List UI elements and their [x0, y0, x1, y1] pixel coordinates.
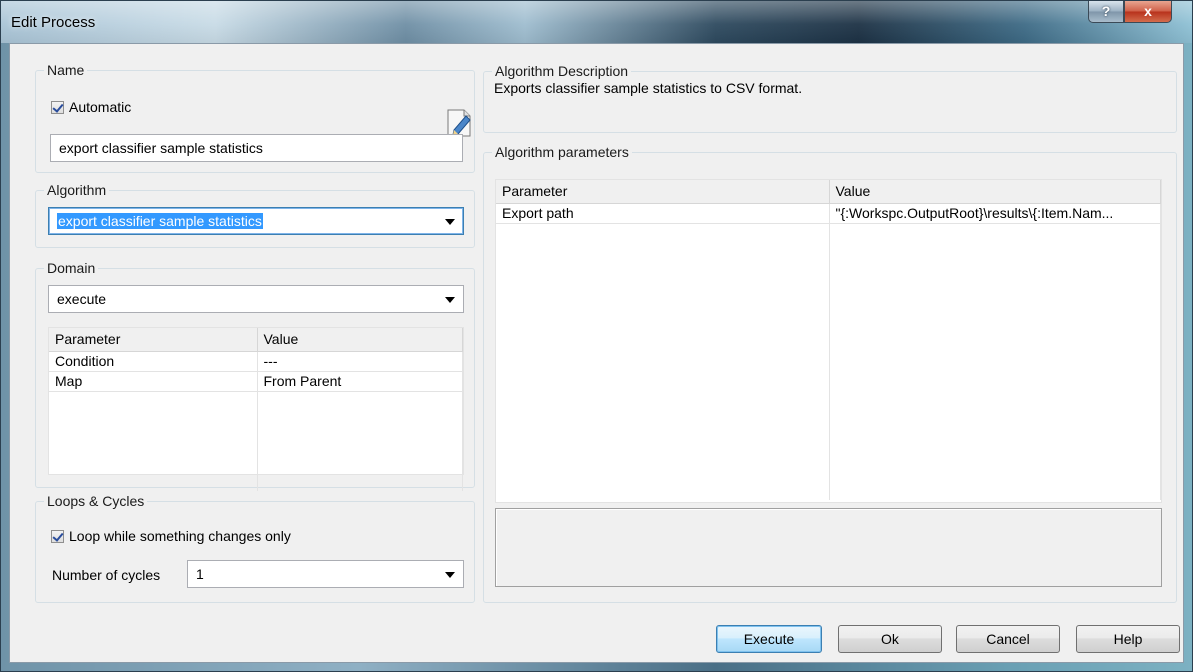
name-group: Name Automatic export classifier sample …: [35, 62, 475, 173]
domain-selected-value: execute: [57, 291, 107, 307]
help-button[interactable]: Help: [1076, 625, 1180, 653]
loop-label: Loop while something changes only: [69, 528, 291, 544]
title-bar[interactable]: Edit Process ? x: [1, 1, 1192, 43]
algorithm-selected-value: export classifier sample statistics: [57, 213, 263, 229]
automatic-label: Automatic: [69, 99, 132, 115]
table-filler: [496, 223, 1161, 500]
execute-button[interactable]: Execute: [716, 625, 822, 653]
dialog-client-area: Name Automatic export classifier sample …: [9, 43, 1184, 663]
close-button[interactable]: x: [1124, 1, 1172, 23]
chevron-down-icon[interactable]: [441, 208, 459, 234]
ok-button[interactable]: Ok: [838, 625, 942, 653]
cancel-button[interactable]: Cancel: [956, 625, 1060, 653]
domain-parameter-cell[interactable]: Map: [49, 371, 258, 392]
chevron-down-icon[interactable]: [441, 561, 459, 587]
cycles-selected-value: 1: [196, 566, 204, 582]
domain-value-header[interactable]: Value: [257, 328, 463, 352]
domain-parameter-cell[interactable]: Condition: [49, 351, 258, 372]
loops-cycles-group: Loops & Cycles Loop while something chan…: [35, 493, 475, 603]
algorithm-parameter-header[interactable]: Parameter: [496, 180, 830, 204]
description-group-label: Algorithm Description: [492, 63, 632, 79]
table-row[interactable]: Export path "{:Workspc.OutputRoot}\resul…: [496, 203, 1161, 224]
algorithm-parameter-cell[interactable]: Export path: [496, 203, 830, 224]
parameters-group-label: Algorithm parameters: [492, 144, 632, 160]
domain-value-cell[interactable]: From Parent: [257, 371, 463, 392]
domain-group-label: Domain: [44, 260, 99, 276]
edit-process-window: Edit Process ? x Name Automatic export c…: [0, 0, 1193, 672]
domain-value-cell[interactable]: ---: [257, 351, 463, 372]
algorithm-value-header[interactable]: Value: [829, 180, 1161, 204]
parameter-info-box: [495, 508, 1162, 587]
automatic-checkbox-row[interactable]: Automatic: [51, 99, 131, 115]
loop-checkbox-row[interactable]: Loop while something changes only: [51, 528, 291, 544]
help-icon: ?: [1101, 3, 1111, 19]
algorithm-description-text: Exports classifier sample statistics to …: [494, 80, 803, 96]
loop-checkbox[interactable]: [51, 529, 64, 543]
domain-group: Domain execute Parameter Value Condition…: [35, 260, 475, 491]
name-group-label: Name: [44, 62, 88, 78]
cycles-select[interactable]: 1: [187, 560, 464, 588]
algorithm-parameters-group: Algorithm parameters Parameter Value Exp…: [483, 144, 1177, 603]
cycles-label: Number of cycles: [52, 567, 161, 583]
chevron-down-icon[interactable]: [441, 286, 459, 312]
domain-parameter-grid[interactable]: Parameter Value Condition --- Map From P…: [48, 327, 464, 491]
domain-parameter-header[interactable]: Parameter: [49, 328, 258, 352]
help-caption-button[interactable]: ?: [1088, 1, 1124, 23]
algorithm-group: Algorithm export classifier sample stati…: [35, 182, 475, 248]
automatic-checkbox[interactable]: [51, 100, 64, 114]
process-name-input[interactable]: export classifier sample statistics: [50, 134, 463, 162]
algorithm-parameter-grid[interactable]: Parameter Value Export path "{:Workspc.O…: [495, 179, 1162, 503]
table-row[interactable]: Condition ---: [49, 351, 463, 372]
window-title: Edit Process: [11, 14, 96, 31]
domain-select[interactable]: execute: [48, 285, 464, 313]
algorithm-description-group: Algorithm Description Exports classifier…: [483, 63, 1177, 133]
algorithm-value-cell[interactable]: "{:Workspc.OutputRoot}\results\{:Item.Na…: [829, 203, 1161, 224]
loops-group-label: Loops & Cycles: [44, 493, 148, 509]
algorithm-group-label: Algorithm: [44, 182, 110, 198]
table-row[interactable]: Map From Parent: [49, 371, 463, 392]
close-icon: x: [1144, 3, 1152, 19]
algorithm-select[interactable]: export classifier sample statistics: [48, 207, 464, 235]
table-filler: [49, 391, 463, 491]
